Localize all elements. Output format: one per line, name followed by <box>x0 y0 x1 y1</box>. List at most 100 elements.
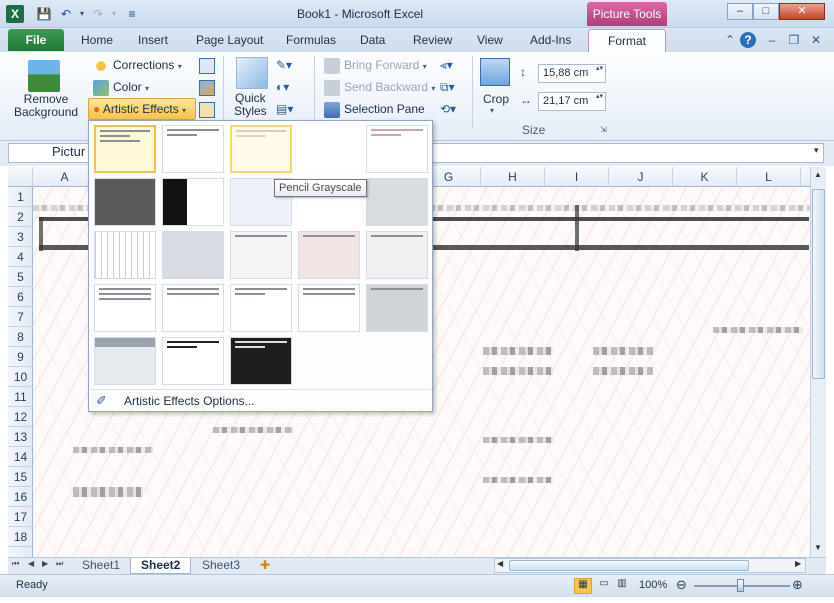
workbook-restore-icon[interactable]: ❐ <box>786 32 802 48</box>
save-icon[interactable]: 💾 <box>36 6 52 22</box>
row-header[interactable]: 14 <box>8 447 33 467</box>
help-icon[interactable]: ? <box>740 32 756 48</box>
prev-sheet-icon[interactable]: ◀ <box>28 559 34 568</box>
undo-dropdown-icon[interactable]: ▾ <box>74 6 90 22</box>
effect-none[interactable] <box>94 125 156 173</box>
effect-marker[interactable] <box>162 125 224 173</box>
send-backward-button[interactable]: Send Backward <box>324 80 435 96</box>
first-sheet-icon[interactable]: ⏮ <box>12 559 19 569</box>
minimize-ribbon-icon[interactable]: ⌃ <box>722 32 738 48</box>
column-header[interactable]: K <box>673 167 737 187</box>
tab-home[interactable]: Home <box>81 33 113 47</box>
row-header[interactable]: 3 <box>8 227 33 247</box>
formula-input[interactable] <box>424 143 824 163</box>
effect-pastels-smooth[interactable] <box>298 284 360 332</box>
width-field[interactable]: 21,17 cm <box>538 92 606 111</box>
column-header[interactable]: I <box>545 167 609 187</box>
color-button[interactable]: Color <box>93 80 149 96</box>
tab-format[interactable]: Format <box>588 29 666 53</box>
scroll-down-icon[interactable]: ▼ <box>811 543 825 552</box>
tab-review[interactable]: Review <box>413 33 452 47</box>
redo-icon[interactable]: ↷ <box>90 6 106 22</box>
select-all-corner[interactable] <box>8 167 33 187</box>
sheet-tab-sheet3[interactable]: Sheet3 <box>192 558 250 574</box>
scroll-up-icon[interactable]: ▲ <box>811 170 825 179</box>
height-field[interactable]: 15,88 cm <box>538 64 606 83</box>
crop-dropdown-icon[interactable]: ▾ <box>490 106 494 115</box>
row-header[interactable]: 5 <box>8 267 33 287</box>
row-header[interactable]: 11 <box>8 387 33 407</box>
effect-cutout[interactable] <box>94 337 156 385</box>
tab-insert[interactable]: Insert <box>138 33 168 47</box>
row-header[interactable]: 13 <box>8 427 33 447</box>
artistic-effects-button[interactable]: ● Artistic Effects <box>88 98 196 120</box>
column-header[interactable]: L <box>737 167 801 187</box>
expand-formula-bar-icon[interactable]: ▾ <box>814 145 819 156</box>
size-dialog-launcher-icon[interactable]: ⇲ <box>600 125 607 134</box>
effect-crisscross-etching[interactable] <box>230 284 292 332</box>
workbook-close-icon[interactable]: ✕ <box>808 32 824 48</box>
close-button[interactable]: ✕ <box>779 3 825 20</box>
effect-chalk-sketch[interactable] <box>94 178 156 226</box>
rotate-icon[interactable]: ⟲▾ <box>440 102 456 116</box>
customize-qat-icon[interactable]: ≡ <box>124 6 140 22</box>
minimize-button[interactable]: – <box>727 3 753 20</box>
effect-cement[interactable] <box>94 284 156 332</box>
crop-button[interactable]: Crop <box>483 92 509 106</box>
zoom-slider-thumb[interactable] <box>737 579 744 592</box>
row-header[interactable]: 4 <box>8 247 33 267</box>
effect-glow-edges[interactable] <box>230 337 292 385</box>
effect-light-screen[interactable] <box>94 231 156 279</box>
effect-film-grain[interactable] <box>230 231 292 279</box>
next-sheet-icon[interactable]: ▶ <box>42 559 48 568</box>
vertical-scroll-thumb[interactable] <box>812 189 825 379</box>
compress-pictures-icon[interactable] <box>199 58 215 74</box>
tab-view[interactable]: View <box>477 33 503 47</box>
effect-texturizer[interactable] <box>162 284 224 332</box>
row-header[interactable]: 18 <box>8 527 33 547</box>
align-icon[interactable]: ⫷▾ <box>440 58 453 73</box>
quick-styles-button[interactable]: Quick Styles <box>234 92 267 118</box>
tab-data[interactable]: Data <box>360 33 385 47</box>
row-header[interactable]: 12 <box>8 407 33 427</box>
corrections-button[interactable]: Corrections <box>93 58 182 74</box>
effect-pencil-sketch[interactable] <box>298 125 360 173</box>
bring-forward-button[interactable]: Bring Forward <box>324 58 427 74</box>
row-header[interactable]: 8 <box>8 327 33 347</box>
horizontal-scrollbar[interactable]: ◀ ▶ <box>494 558 806 573</box>
normal-view-icon[interactable]: ▦ <box>574 578 592 594</box>
workbook-minimize-icon[interactable]: – <box>764 32 780 48</box>
insert-sheet-icon[interactable]: ✚ <box>260 558 270 572</box>
artistic-effects-options-row[interactable]: ✐ Artistic Effects Options... <box>90 389 431 411</box>
sheet-tab-sheet1[interactable]: Sheet1 <box>72 558 130 574</box>
vertical-scrollbar[interactable]: ▲ ▼ <box>810 167 826 557</box>
change-picture-icon[interactable] <box>199 80 215 96</box>
remove-background-button[interactable]: Remove Background <box>14 93 78 119</box>
redo-dropdown-icon[interactable]: ▾ <box>106 6 122 22</box>
picture-effects-icon[interactable]: ◐▾ <box>276 80 302 96</box>
row-header[interactable]: 16 <box>8 487 33 507</box>
reset-picture-icon[interactable] <box>199 102 215 118</box>
effect-glass[interactable] <box>366 231 428 279</box>
tab-formulas[interactable]: Formulas <box>286 33 336 47</box>
sheet-tab-sheet2[interactable]: Sheet2 <box>130 558 192 574</box>
row-header[interactable]: 10 <box>8 367 33 387</box>
column-header[interactable]: H <box>481 167 545 187</box>
picture-border-icon[interactable]: ✎▾ <box>276 58 302 74</box>
effect-mosaic-bubbles[interactable] <box>298 231 360 279</box>
selection-pane-button[interactable]: Selection Pane <box>324 102 425 118</box>
row-header[interactable]: 7 <box>8 307 33 327</box>
row-header[interactable]: 6 <box>8 287 33 307</box>
effect-watercolor-sponge[interactable] <box>162 231 224 279</box>
excel-app-icon[interactable]: X <box>6 5 24 23</box>
zoom-in-icon[interactable]: ⊕ <box>792 577 803 593</box>
effect-pencil-grayscale[interactable] <box>230 125 292 173</box>
scroll-left-icon[interactable]: ◀ <box>497 559 503 568</box>
page-layout-view-icon[interactable]: ▭ <box>596 578 612 594</box>
effect-photocopy[interactable] <box>162 337 224 385</box>
effect-plastic-wrap[interactable] <box>366 284 428 332</box>
zoom-out-icon[interactable]: ⊖ <box>676 577 687 593</box>
row-header[interactable]: 1 <box>8 187 33 207</box>
row-header[interactable]: 2 <box>8 207 33 227</box>
row-header[interactable]: 9 <box>8 347 33 367</box>
